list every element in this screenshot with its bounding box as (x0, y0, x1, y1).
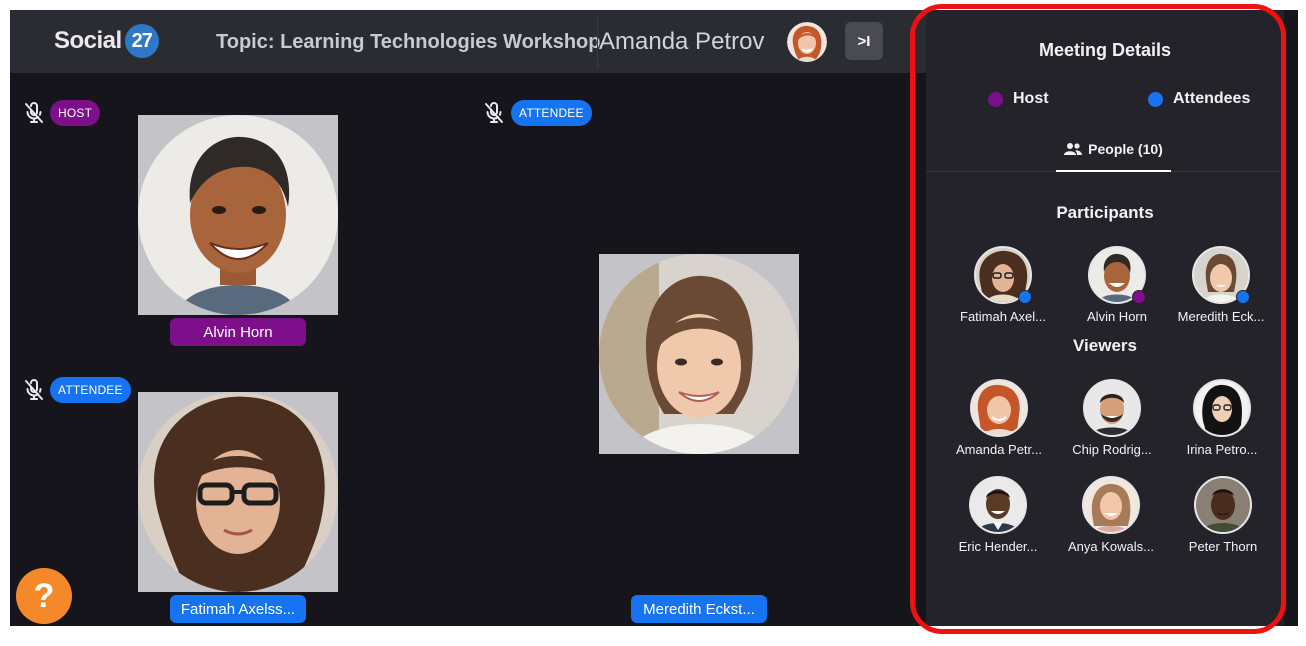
participant-item[interactable]: Meredith Eck... (1166, 246, 1276, 324)
host-badge: HOST (50, 100, 101, 126)
attendee-status-dot (1018, 290, 1032, 304)
participants-title: Participants (1056, 203, 1154, 222)
top-bar: Social 27 Topic: Learning Technologies W… (10, 10, 926, 73)
participant-item[interactable]: Alvin Horn (1062, 246, 1172, 324)
participant-name: Alvin Horn (1087, 309, 1147, 324)
viewer-name: Irina Petro... (1186, 442, 1258, 457)
app-logo[interactable]: Social 27 (54, 24, 159, 58)
avatar (1193, 379, 1251, 437)
tile-name-label: Alvin Horn (170, 318, 306, 346)
avatar (969, 476, 1027, 534)
app-window: Social 27 Topic: Learning Technologies W… (10, 10, 1298, 626)
avatar (1082, 476, 1140, 534)
viewer-item[interactable]: Eric Hender... (943, 476, 1053, 554)
attendee-badge: ATTENDEE (511, 100, 592, 126)
participant-item[interactable]: Fatimah Axel... (948, 246, 1058, 324)
viewer-name: Peter Thorn (1188, 539, 1258, 554)
host-status-dot (1132, 290, 1146, 304)
meeting-details-panel: Meeting Details Host Attendees People (1… (926, 10, 1284, 626)
mic-off-icon[interactable] (482, 101, 506, 125)
avatar (1083, 379, 1141, 437)
viewer-item[interactable]: Anya Kowals... (1056, 476, 1166, 554)
video-tile-meredith[interactable] (599, 254, 799, 454)
avatar (970, 379, 1028, 437)
avatar (1088, 246, 1146, 304)
viewer-name: Amanda Petr... (956, 442, 1042, 457)
people-icon (1064, 143, 1083, 155)
help-button[interactable]: ? (16, 568, 72, 624)
viewer-item[interactable]: Chip Rodrig... (1057, 379, 1167, 457)
logo-text: Social (54, 27, 122, 54)
attendee-badge: ATTENDEE (50, 377, 131, 403)
meeting-topic: Topic: Learning Technologies Workshop (216, 31, 601, 53)
tab-people[interactable]: People (10) (1056, 128, 1171, 172)
mic-off-icon[interactable] (22, 101, 46, 125)
tile-name-label: Meredith Eckst... (631, 595, 767, 623)
participant-name: Fatimah Axel... (960, 309, 1046, 324)
panel-title: Meeting Details (1038, 40, 1172, 60)
mic-off-icon[interactable] (22, 378, 46, 402)
tile-name-label: Fatimah Axelss... (170, 595, 306, 623)
attendee-status-dot (1236, 290, 1250, 304)
avatar (1192, 246, 1250, 304)
avatar (138, 115, 338, 315)
collapse-panel-button[interactable]: >I (845, 22, 883, 60)
legend-host-label: Host (1013, 90, 1049, 107)
viewer-name: Anya Kowals... (1068, 539, 1154, 554)
legend-host: Host (988, 90, 1049, 108)
current-user-name: Amanda Petrov (599, 28, 765, 55)
legend-attendees: Attendees (1148, 90, 1250, 108)
participant-name: Meredith Eck... (1177, 309, 1265, 324)
avatar (599, 254, 799, 454)
viewers-title: Viewers (1073, 336, 1137, 355)
host-dot-icon (988, 91, 1003, 107)
video-tile-fatimah[interactable] (138, 392, 338, 592)
divider (597, 16, 598, 68)
viewer-name: Eric Hender... (958, 539, 1038, 554)
video-tile-alvin[interactable] (138, 115, 338, 315)
viewer-item[interactable]: Peter Thorn (1168, 476, 1278, 554)
viewer-item[interactable]: Amanda Petr... (944, 379, 1054, 457)
logo-badge: 27 (124, 24, 159, 58)
legend-attendees-label: Attendees (1173, 90, 1251, 107)
panel-tabs: People (10) (926, 128, 1284, 172)
avatar (1194, 476, 1252, 534)
viewer-name: Chip Rodrig... (1072, 442, 1152, 457)
viewer-item[interactable]: Irina Petro... (1167, 379, 1277, 457)
avatar (138, 392, 338, 592)
tab-people-label: People (10) (1088, 141, 1163, 157)
avatar (974, 246, 1032, 304)
current-user-avatar[interactable] (787, 22, 827, 62)
attendee-dot-icon (1148, 91, 1163, 107)
